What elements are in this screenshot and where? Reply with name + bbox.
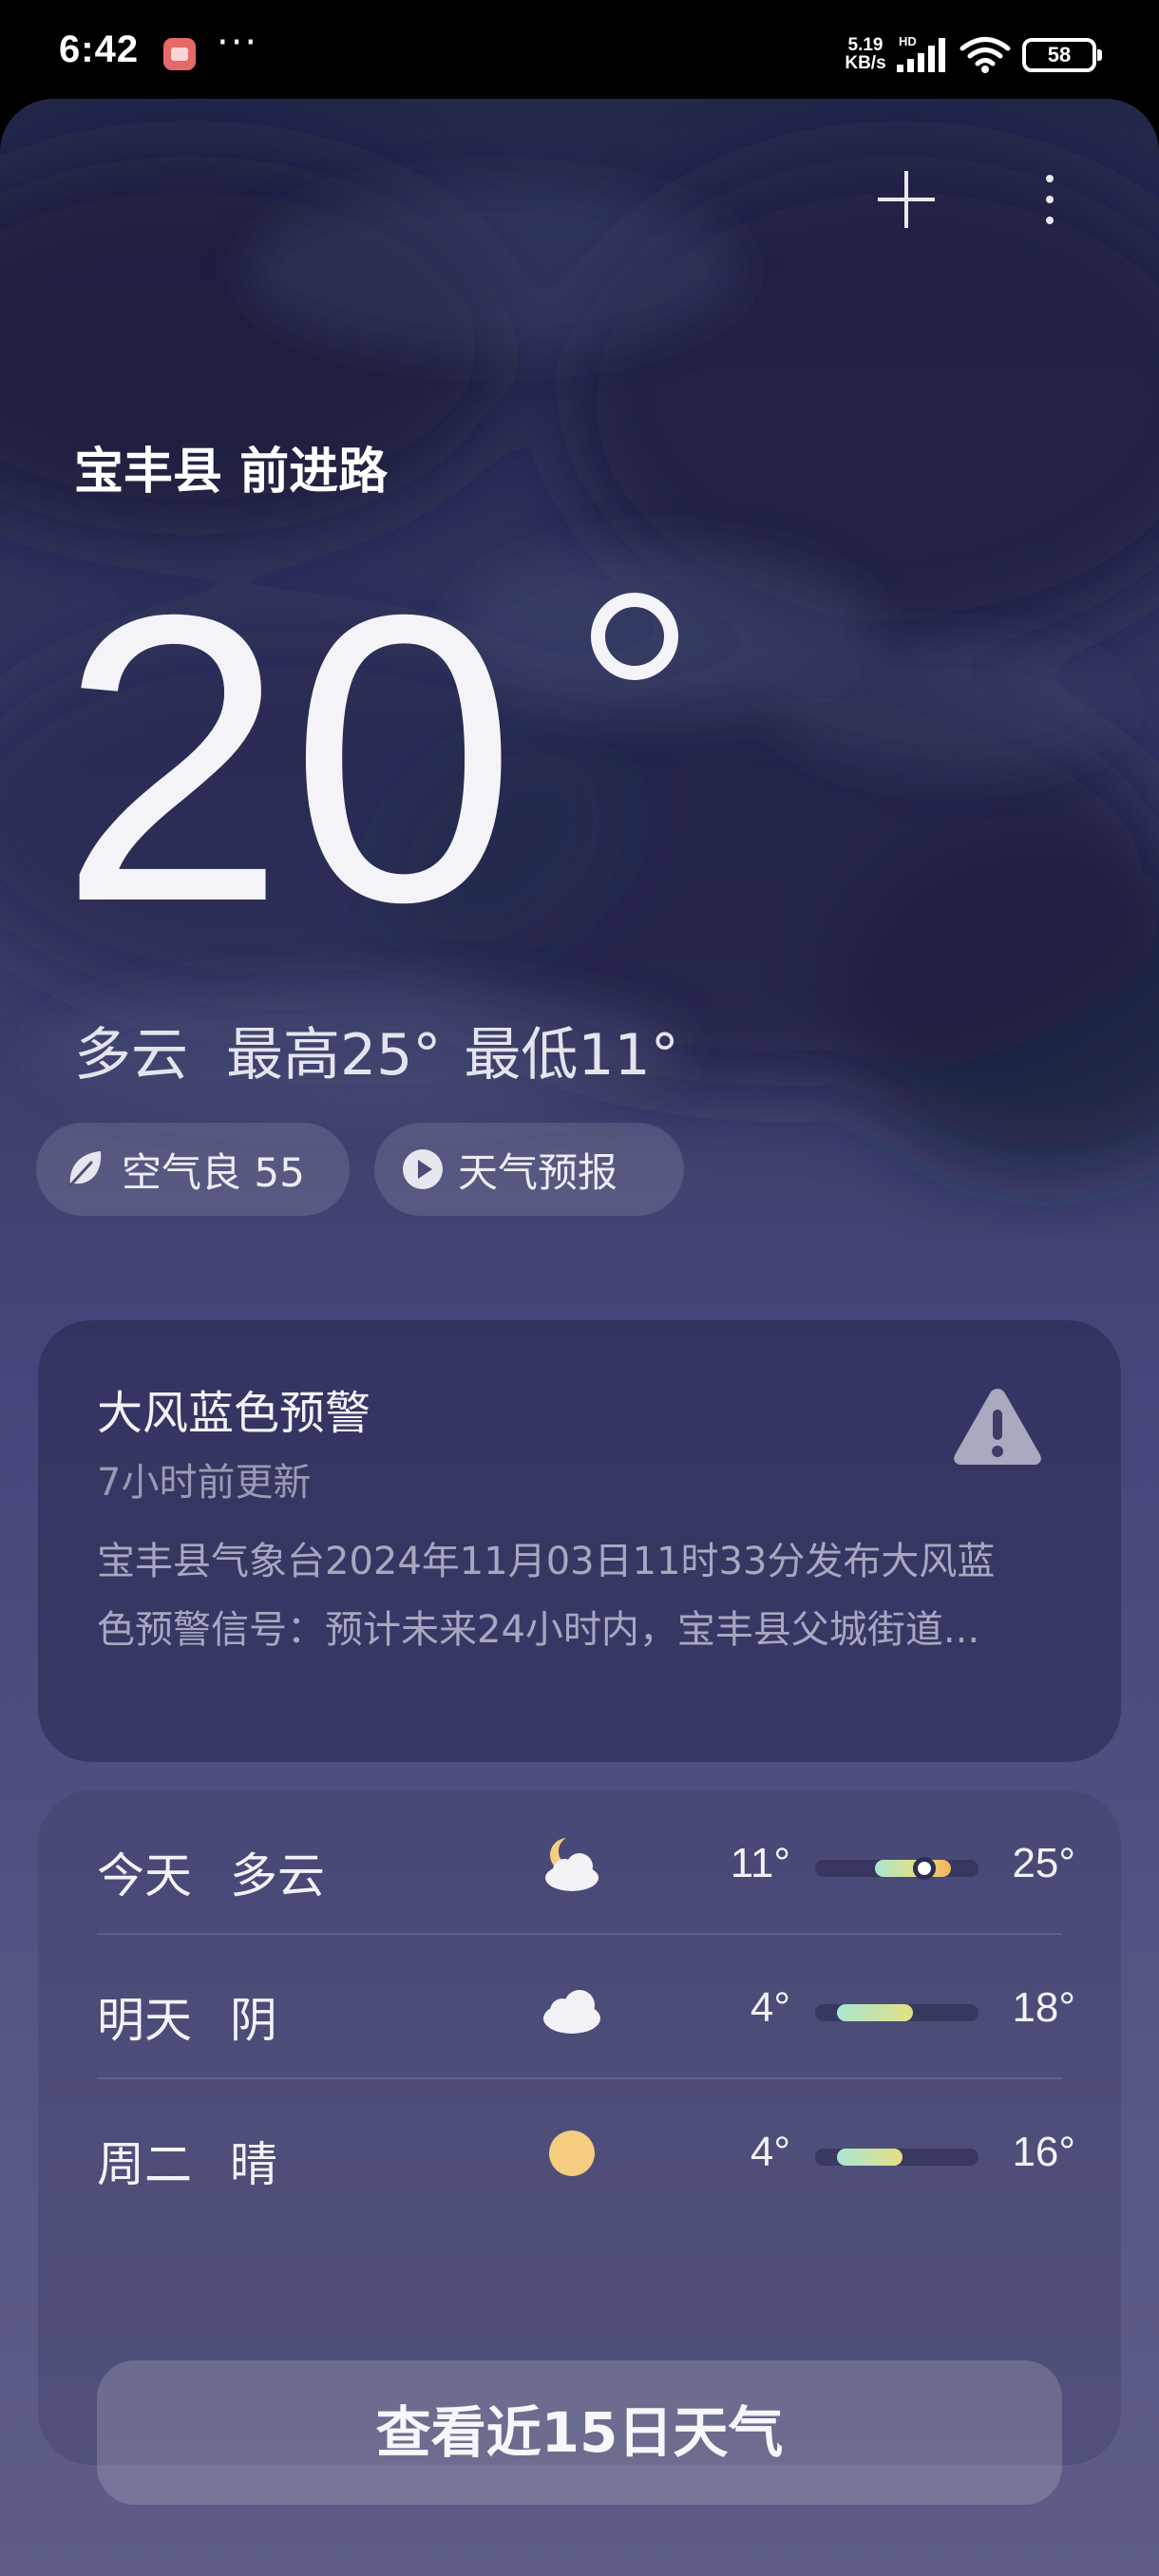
temperature-range-bar [815, 1857, 978, 1880]
degree-symbol [591, 593, 678, 680]
current-temperature: 20 [59, 531, 522, 987]
forecast-day: 明天 [97, 1993, 192, 2048]
forecast-high: 18° [1012, 1984, 1075, 2031]
forecast-row-tuesday[interactable]: 周二 晴 4° 16° [97, 2079, 1075, 2222]
weather-warning-card[interactable]: 大风蓝色预警 7小时前更新 宝丰县气象台2024年11月03日11时33分发布大… [38, 1320, 1121, 1762]
play-icon [403, 1149, 443, 1189]
notification-app-icon [163, 38, 196, 70]
forecast-low: 11° [730, 1840, 790, 1886]
temperature-range-bar [815, 2004, 978, 2021]
forecast-high: 16° [1012, 2129, 1075, 2175]
signal-icon: HD [897, 34, 945, 72]
top-actions [0, 156, 1159, 241]
forecast-row-tomorrow[interactable]: 明天 阴 4° 18° [97, 1935, 1075, 2077]
daily-forecast-card: 今天 多云 11° 25° 明天 阴 4° 18° 周二 晴 4° 16° 查看… [38, 1790, 1121, 2505]
wifi-icon [960, 37, 1011, 73]
network-speed: 5.19 KB/s [842, 36, 889, 72]
low-temperature: 最低11° [464, 1022, 679, 1089]
add-city-button[interactable] [872, 165, 940, 234]
current-condition: 多云 [74, 1022, 188, 1089]
condition-summary: 多云 最高25° 最低11° [74, 1009, 679, 1091]
high-temperature: 最高25° [226, 1022, 442, 1089]
temperature-range-bar [815, 2149, 978, 2166]
warning-description: 宝丰县气象台2024年11月03日11时33分发布大风蓝 色预警信号：预计未来2… [97, 1527, 1066, 1664]
air-quality-pill[interactable]: 空气良 55 [36, 1123, 350, 1216]
battery-indicator: 58 [1022, 38, 1102, 72]
more-options-button[interactable] [1031, 165, 1069, 234]
forecast-low: 4° [750, 1984, 790, 2031]
forecast-day: 周二 [97, 2137, 192, 2192]
forecast-high: 25° [1012, 1840, 1075, 1886]
forecast-condition: 多云 [230, 1848, 325, 1904]
temperature-range-fill [836, 2004, 914, 2021]
network-speed-value: 5.19 [847, 35, 884, 55]
warning-title: 大风蓝色预警 [97, 1387, 371, 1440]
network-type-label: HD [899, 34, 917, 48]
forecast-condition: 晴 [230, 2137, 277, 2192]
leaf-icon [68, 1151, 102, 1187]
warning-line-2: 色预警信号：预计未来24小时内，宝丰县父城街道... [97, 1608, 980, 1652]
more-notifications-icon: ··· [217, 21, 259, 65]
view-15-day-forecast-button[interactable]: 查看近15日天气 [97, 2360, 1062, 2505]
warning-updated-time: 7小时前更新 [97, 1461, 312, 1505]
forecast-condition: 阴 [230, 1993, 277, 2048]
forecast-day: 今天 [97, 1848, 192, 1904]
forecast-low: 4° [750, 2129, 790, 2175]
location-name[interactable]: 宝丰县 前进路 [74, 431, 388, 502]
network-speed-unit: KB/s [845, 53, 886, 73]
warning-triangle-icon [954, 1389, 1041, 1465]
warning-line-1: 宝丰县气象台2024年11月03日11时33分发布大风蓝 [97, 1540, 996, 1583]
forecast-row-today[interactable]: 今天 多云 11° 25° [97, 1790, 1075, 1933]
status-time: 6:42 [59, 28, 140, 70]
status-bar: 6:42 ··· 5.19 KB/s HD 58 [0, 0, 1159, 104]
partly-cloudy-night-icon [545, 1838, 598, 1891]
weather-forecast-label: 天气预报 [458, 1148, 618, 1196]
current-temperature-marker [912, 1857, 936, 1880]
sun-icon [549, 2131, 595, 2176]
air-quality-label: 空气良 55 [122, 1148, 305, 1196]
weather-forecast-video-pill[interactable]: 天气预报 [374, 1123, 684, 1216]
cloud-icon [543, 1990, 600, 2034]
temperature-range-fill [836, 2149, 902, 2166]
